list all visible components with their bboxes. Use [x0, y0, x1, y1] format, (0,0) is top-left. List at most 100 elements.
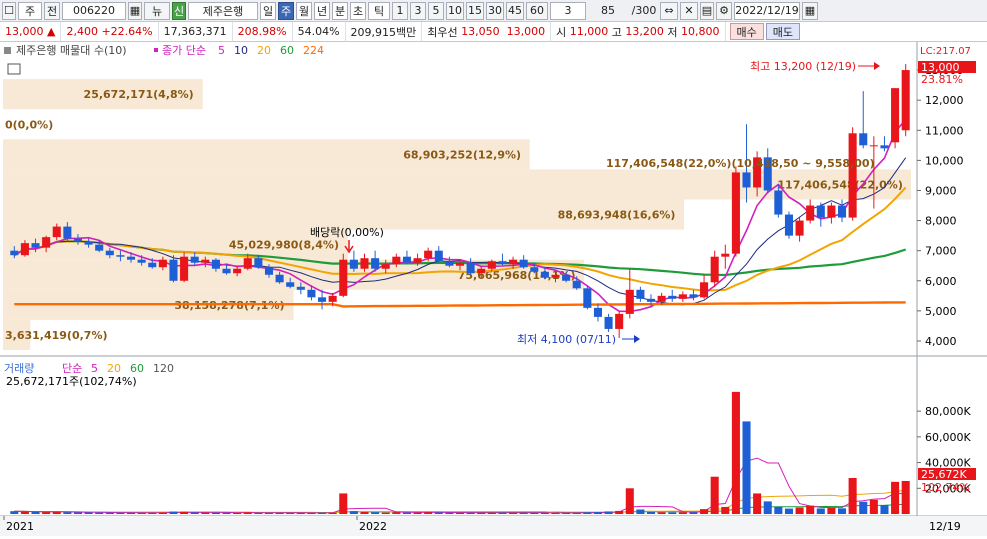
- period-tick[interactable]: 틱: [368, 1, 390, 20]
- interval-3[interactable]: 3: [410, 1, 426, 20]
- interval-10[interactable]: 10: [446, 1, 464, 20]
- gear-icon[interactable]: ⚙: [716, 1, 732, 20]
- volume-bar: [827, 507, 836, 514]
- volume-bar: [880, 505, 889, 514]
- candle-body: [211, 259, 220, 269]
- candle-body: [700, 282, 709, 298]
- candle-body: [381, 264, 390, 269]
- candle-body: [837, 205, 847, 218]
- sell-button[interactable]: 매도: [765, 23, 801, 40]
- scroll-icon[interactable]: ⇔: [660, 1, 678, 20]
- volume-bar: [593, 512, 602, 514]
- price-tick-label: 12,000: [925, 94, 964, 107]
- volume-bar: [615, 510, 624, 514]
- price-change: 2,400 +22.64%: [61, 22, 159, 41]
- volume-bar: [700, 509, 709, 514]
- volume-bar: [869, 499, 878, 514]
- candle-body: [869, 145, 878, 147]
- period-year[interactable]: 년: [314, 1, 330, 20]
- rotation-rate: 54.04%: [293, 22, 346, 41]
- candle-body: [572, 280, 581, 289]
- interval-60[interactable]: 60: [526, 1, 548, 20]
- calendar-icon[interactable]: ▦: [802, 1, 818, 20]
- market-select[interactable]: 주: [18, 1, 42, 20]
- code-input[interactable]: 006220: [62, 1, 126, 20]
- volume-bar: [42, 512, 51, 514]
- stock-chart[interactable]: 3,631,419(0,7%) 38,158,278(7,1%) 75,665,96…: [0, 42, 987, 536]
- ma-legend-icon: [154, 48, 158, 52]
- period-minute[interactable]: 분: [332, 1, 348, 20]
- candle-body: [84, 241, 93, 245]
- buy-button[interactable]: 매수: [729, 23, 764, 40]
- volume-bar: [763, 501, 772, 514]
- volume-bar: [264, 512, 274, 514]
- candle-body: [73, 238, 83, 242]
- candle-body: [827, 205, 836, 218]
- volume-bar: [349, 511, 358, 514]
- volume-bar: [774, 506, 783, 514]
- candle-body: [275, 274, 284, 283]
- candle-body: [477, 268, 486, 274]
- candle-body: [625, 289, 634, 314]
- period-month[interactable]: 월: [296, 1, 312, 20]
- candle-body: [530, 267, 539, 272]
- volume-bar: [254, 512, 263, 514]
- chart-canvas[interactable]: 3,631,419(0,7%)38,158,278(7,1%)75,665,96…: [0, 42, 987, 536]
- interval-custom[interactable]: 3: [550, 1, 586, 20]
- interval-45[interactable]: 45: [506, 1, 524, 20]
- candle-body: [286, 282, 295, 287]
- volume-profile-label: 88,693,948(16,6%): [558, 209, 676, 222]
- draw-icon[interactable]: ✕: [680, 1, 698, 20]
- ma-period-224: 224: [303, 44, 324, 57]
- stock-name[interactable]: 제주은행: [188, 1, 258, 20]
- candle-body: [307, 289, 316, 298]
- period-week[interactable]: 주: [278, 1, 294, 20]
- candle-body: [848, 133, 857, 218]
- volume-ma-period-120: 120: [153, 362, 174, 375]
- volume-bar: [530, 512, 539, 514]
- interval-30[interactable]: 30: [486, 1, 504, 20]
- volume-bar: [222, 512, 231, 514]
- count-input[interactable]: 85: [588, 2, 628, 20]
- quote-bar: 13,000 ▲ 2,400 +22.64% 17,363,371 208.98…: [0, 22, 987, 42]
- volume-bar: [169, 511, 178, 514]
- candle-body: [392, 256, 401, 265]
- count-total[interactable]: /300: [630, 2, 658, 20]
- interval-5[interactable]: 5: [428, 1, 444, 20]
- interval-1[interactable]: 1: [392, 1, 408, 20]
- volume-bar: [434, 512, 443, 514]
- news-button[interactable]: 뉴: [144, 1, 170, 20]
- volume-bar: [52, 511, 61, 514]
- interval-15[interactable]: 15: [466, 1, 484, 20]
- candle-body: [349, 259, 358, 269]
- candle-body: [63, 226, 72, 239]
- toolbar: ☐ 주 전 006220 ▦ 뉴 신 제주은행 일 주 월 년 분 초 틱 1 3 5 10 15 30 45 60 3 85/…: [0, 0, 987, 22]
- volume-bar: [742, 421, 751, 514]
- candle-body: [180, 256, 189, 281]
- period-day[interactable]: 일: [260, 1, 276, 20]
- panel-collapse-icon[interactable]: [4, 47, 11, 54]
- candle-body: [540, 271, 549, 278]
- trade-amount: 209,915백만: [346, 22, 423, 41]
- candle-body: [657, 295, 666, 302]
- credit-badge[interactable]: 신: [172, 1, 186, 20]
- volume-bar: [848, 478, 857, 514]
- candle-body: [328, 295, 337, 302]
- search-icon[interactable]: ▦: [128, 1, 142, 20]
- ma-period-20: 20: [257, 44, 271, 57]
- ma-legend-label: 종가 단순: [162, 44, 206, 57]
- x-axis-label: 2022: [359, 520, 387, 533]
- window-icon[interactable]: ☐: [2, 1, 16, 20]
- date-input[interactable]: 2022/12/19: [734, 1, 800, 20]
- candle-body: [731, 172, 740, 254]
- candle-body: [519, 259, 528, 268]
- prev-button[interactable]: 전: [44, 1, 60, 20]
- price-tick-label: 11,000: [925, 124, 964, 137]
- volume-bar: [413, 512, 422, 514]
- period-second[interactable]: 초: [350, 1, 366, 20]
- volume-tick-label: 60,000K: [925, 431, 971, 444]
- layout-icon[interactable]: ▤: [700, 1, 714, 20]
- price-tick-label: 4,000: [925, 335, 957, 348]
- volume-bar: [551, 512, 560, 514]
- candle-body: [190, 256, 199, 263]
